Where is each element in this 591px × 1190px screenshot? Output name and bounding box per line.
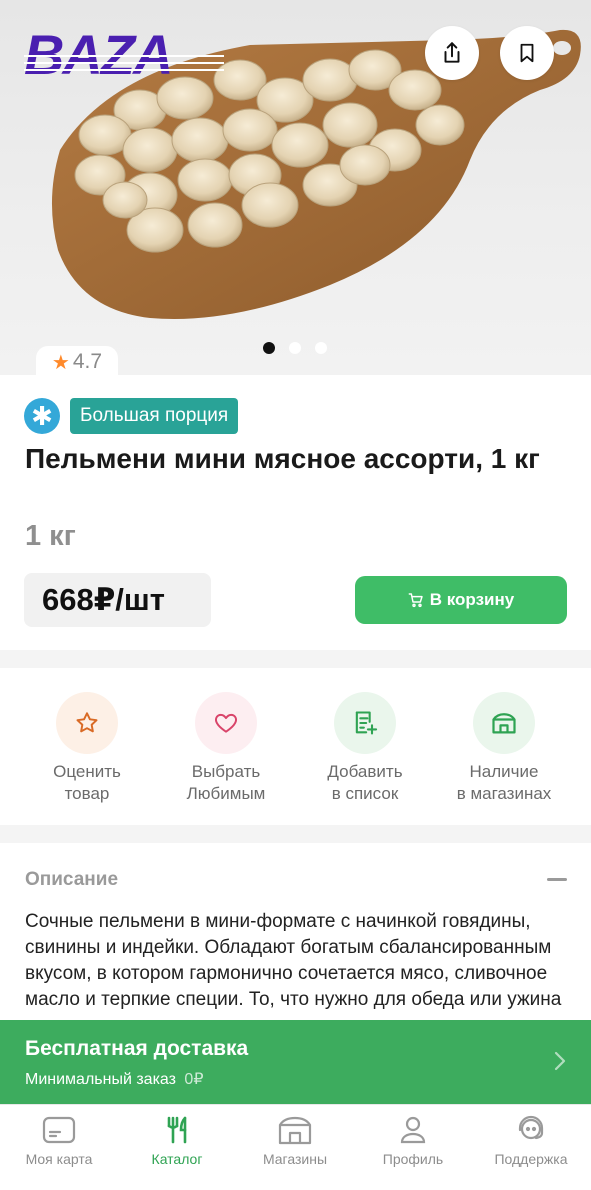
star-icon: ★ [51, 351, 70, 374]
rate-product-label: Оценить товар [53, 761, 121, 805]
description-heading: Описание [25, 869, 119, 890]
svg-text:BAZA: BAZA [24, 26, 172, 80]
frozen-icon: ✱ [24, 398, 60, 434]
product-image-carousel[interactable]: BAZA [0, 0, 591, 375]
carousel-dot[interactable] [289, 342, 301, 354]
store-icon-circle [473, 692, 535, 754]
portion-badge: Большая порция [70, 398, 239, 434]
support-icon [518, 1115, 544, 1140]
price-tag: 668₽/шт [24, 573, 211, 627]
card-icon [42, 1116, 76, 1144]
store-availability-button[interactable]: Наличие в магазинах [434, 692, 574, 805]
description-section: Описание Сочные пельмени в мини-формате … [0, 843, 591, 1023]
rating-badge: ★ 4.7 [36, 346, 118, 378]
product-info: ✱ Большая порция Пельмени мини мясное ас… [0, 375, 591, 650]
nav-label: Каталог [151, 1151, 203, 1167]
product-actions: Оценить товар Выбрать Любимым Добавить в… [0, 668, 591, 825]
rate-icon-circle [56, 692, 118, 754]
label-line: в магазинах [456, 784, 552, 803]
store-icon [492, 713, 516, 734]
profile-icon [400, 1116, 426, 1144]
min-order-value: 0₽ [184, 1071, 204, 1088]
divider [0, 650, 591, 668]
label-line: в список [331, 784, 399, 803]
product-tags: ✱ Большая порция [24, 398, 239, 434]
label-line: Оценить [53, 762, 121, 781]
label-line: Наличие [469, 762, 539, 781]
collapse-icon[interactable] [547, 878, 567, 881]
store-icon [278, 1116, 312, 1145]
nav-label: Моя карта [25, 1151, 93, 1167]
list-add-icon [355, 711, 378, 735]
divider [0, 825, 591, 843]
add-to-cart-label: В корзину [429, 590, 515, 609]
nav-label: Профиль [382, 1151, 444, 1167]
label-line: товар [64, 784, 110, 803]
label-line: Выбрать [191, 762, 261, 781]
min-order-label: Минимальный заказ [25, 1071, 176, 1088]
nav-stores[interactable]: Магазины [236, 1115, 354, 1167]
price-value: 668₽/шт [42, 582, 165, 617]
share-button[interactable] [425, 26, 479, 80]
label-line: Добавить [327, 762, 403, 781]
add-to-list-label: Добавить в список [327, 761, 402, 805]
rating-value: 4.7 [72, 350, 103, 373]
add-to-list-button[interactable]: Добавить в список [295, 692, 435, 805]
nav-support[interactable]: Поддержка [472, 1115, 590, 1167]
carousel-indicator [263, 342, 327, 354]
product-title: Пельмени мини мясное ассорти, 1 кг [25, 443, 540, 474]
bottom-navigation: Моя карта Каталог Магазины Профиль Подде… [0, 1104, 591, 1190]
nav-profile[interactable]: Профиль [354, 1115, 472, 1167]
cart-icon [408, 593, 423, 608]
star-icon [76, 712, 98, 733]
delivery-title: Бесплатная доставка [25, 1037, 249, 1060]
list-icon-circle [334, 692, 396, 754]
share-icon [444, 42, 460, 63]
nav-label: Магазины [262, 1151, 328, 1167]
heart-icon [215, 713, 237, 733]
add-to-cart-button[interactable]: В корзину [355, 576, 567, 624]
bookmark-icon [520, 43, 534, 63]
baza-logo: BAZA [24, 26, 224, 80]
label-line: Любимым [186, 784, 266, 803]
chevron-right-icon [554, 1051, 566, 1071]
nav-catalog[interactable]: Каталог [118, 1115, 236, 1167]
fork-knife-icon [167, 1116, 187, 1144]
product-weight: 1 кг [25, 520, 76, 552]
favorite-icon-circle [195, 692, 257, 754]
nav-my-card[interactable]: Моя карта [0, 1115, 118, 1167]
nav-label: Поддержка [494, 1151, 568, 1167]
carousel-dot-active[interactable] [263, 342, 275, 354]
store-availability-label: Наличие в магазинах [457, 761, 552, 805]
rate-product-button[interactable]: Оценить товар [17, 692, 157, 805]
favorite-label: Выбрать Любимым [187, 761, 266, 805]
bookmark-button[interactable] [500, 26, 554, 80]
delivery-subtitle: Минимальный заказ 0₽ [25, 1069, 204, 1089]
description-text: Сочные пельмени в мини-формате с начинко… [25, 911, 562, 1023]
carousel-dot[interactable] [315, 342, 327, 354]
favorite-button[interactable]: Выбрать Любимым [156, 692, 296, 805]
free-delivery-banner[interactable]: Бесплатная доставка Минимальный заказ 0₽ [0, 1020, 591, 1104]
